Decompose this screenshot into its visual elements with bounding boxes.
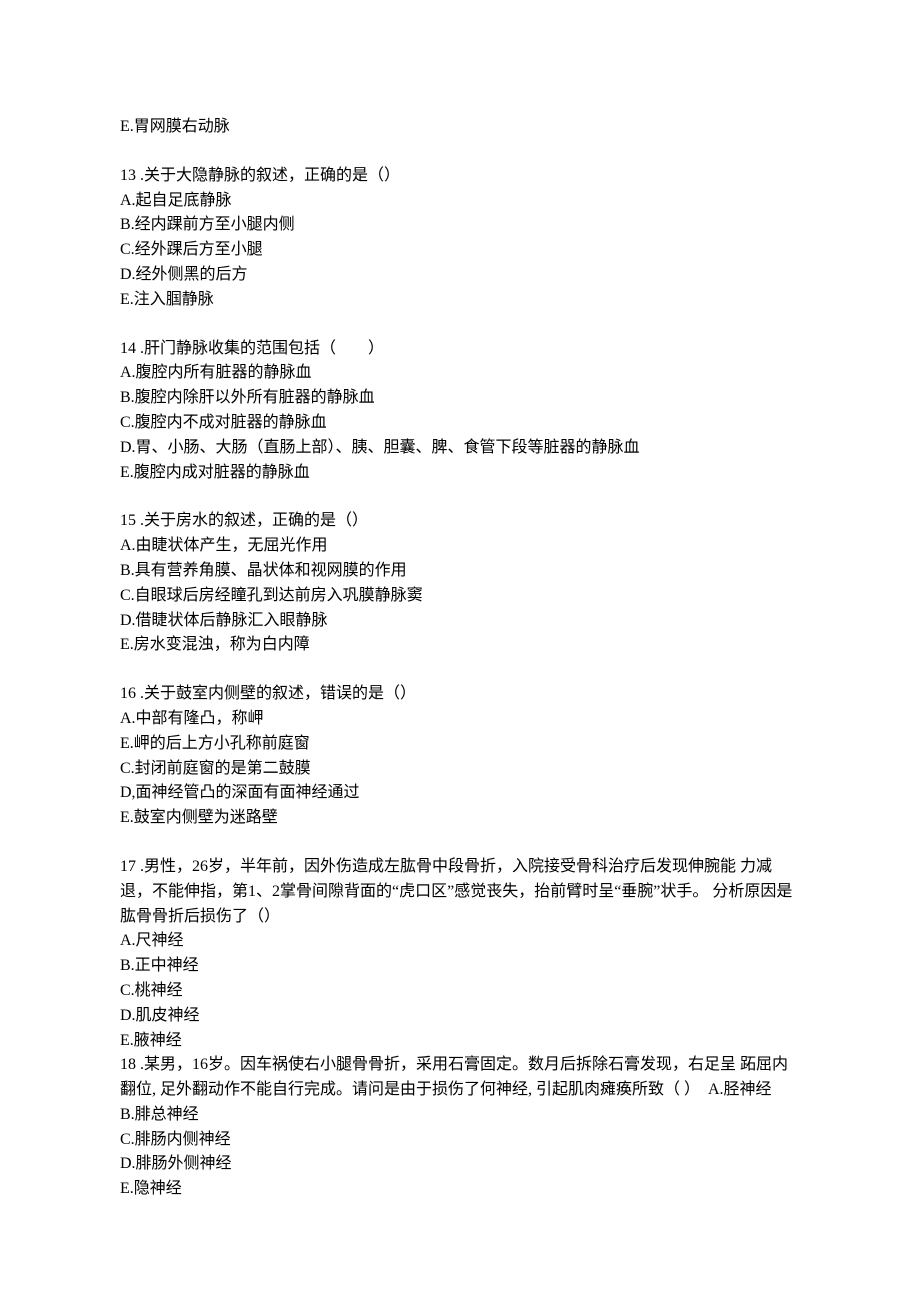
option-d: D.肌皮神经 — [120, 1004, 800, 1029]
question-stem: 16 .关于鼓室内侧壁的叙述，错误的是（） — [120, 682, 800, 707]
option-e: E.隐神经 — [120, 1177, 800, 1202]
stem-text: .关于大隐静脉的叙述，正确的是（） — [136, 167, 400, 184]
option-c: C.桃神经 — [120, 979, 800, 1004]
option-c: C.腹腔内不成对脏器的静脉血 — [120, 411, 800, 436]
option-a: A.腹腔内所有脏器的静脉血 — [120, 361, 800, 386]
stem-text: .某男，16岁。因车祸使右小腿骨骨折，采用石膏固定。数月后拆除石膏发现，右足呈 … — [120, 1056, 788, 1098]
question-stem: 13 .关于大隐静脉的叙述，正确的是（） — [120, 164, 800, 189]
question-number: 15 — [120, 512, 136, 529]
option-b: B.正中神经 — [120, 954, 800, 979]
question-number: 18 — [120, 1056, 136, 1073]
question-number: 16 — [120, 685, 136, 702]
option-e: E.胃网膜右动脉 — [120, 115, 800, 140]
stem-text: .关于房水的叙述，正确的是（） — [136, 512, 368, 529]
option-c: C.封闭前庭窗的是第二鼓膜 — [120, 757, 800, 782]
option-d: D.腓肠外侧神经 — [120, 1152, 800, 1177]
stem-text: .肝门静脉收集的范围包括（ ） — [136, 340, 384, 357]
option-e: E.注入腘静脉 — [120, 288, 800, 313]
option-a: A.中部有隆凸，称岬 — [120, 707, 800, 732]
stem-text: .男性，26岁，半年前，因外伤造成左肱骨中段骨折，入院接受骨科治疗后发现伸腕能 … — [120, 858, 792, 925]
option-c: C.经外踝后方至小腿 — [120, 238, 800, 263]
option-d: D.胃、小肠、大肠（直肠上部）、胰、胆囊、脾、食管下段等脏器的静脉血 — [120, 436, 800, 461]
option-b: B.具有营养角膜、晶状体和视网膜的作用 — [120, 559, 800, 584]
option-d: D.经外侧黑的后方 — [120, 263, 800, 288]
question-number: 17 — [120, 858, 136, 875]
question-number: 13 — [120, 167, 136, 184]
option-b: E.岬的后上方小孔称前庭窗 — [120, 732, 800, 757]
option-c: C.腓肠内侧神经 — [120, 1128, 800, 1153]
option-a: A.起自足底静脉 — [120, 189, 800, 214]
option-e: E.腹腔内成对脏器的静脉血 — [120, 461, 800, 486]
question-stem: 14 .肝门静脉收集的范围包括（ ） — [120, 337, 800, 362]
option-b: B.腓总神经 — [120, 1103, 800, 1128]
option-c: C.自眼球后房经瞳孔到达前房入巩膜静脉窦 — [120, 584, 800, 609]
stem-text: .关于鼓室内侧壁的叙述，错误的是（） — [136, 685, 416, 702]
option-a: A.尺神经 — [120, 929, 800, 954]
option-d: D.借睫状体后静脉汇入眼静脉 — [120, 609, 800, 634]
option-a: A.由睫状体产生，无屈光作用 — [120, 534, 800, 559]
question-stem: 15 .关于房水的叙述，正确的是（） — [120, 509, 800, 534]
option-e: E.房水变混浊，称为白内障 — [120, 633, 800, 658]
option-d: D,面神经管凸的深面有面神经通过 — [120, 781, 800, 806]
option-b: B.经内踝前方至小腿内侧 — [120, 213, 800, 238]
question-number: 14 — [120, 340, 136, 357]
question-stem: 18 .某男，16岁。因车祸使右小腿骨骨折，采用石膏固定。数月后拆除石膏发现，右… — [120, 1053, 800, 1103]
option-e: E.腋神经 — [120, 1029, 800, 1054]
question-stem: 17 .男性，26岁，半年前，因外伤造成左肱骨中段骨折，入院接受骨科治疗后发现伸… — [120, 855, 800, 929]
option-e: E.鼓室内侧壁为迷路壁 — [120, 806, 800, 831]
option-b: B.腹腔内除肝以外所有脏器的静脉血 — [120, 386, 800, 411]
